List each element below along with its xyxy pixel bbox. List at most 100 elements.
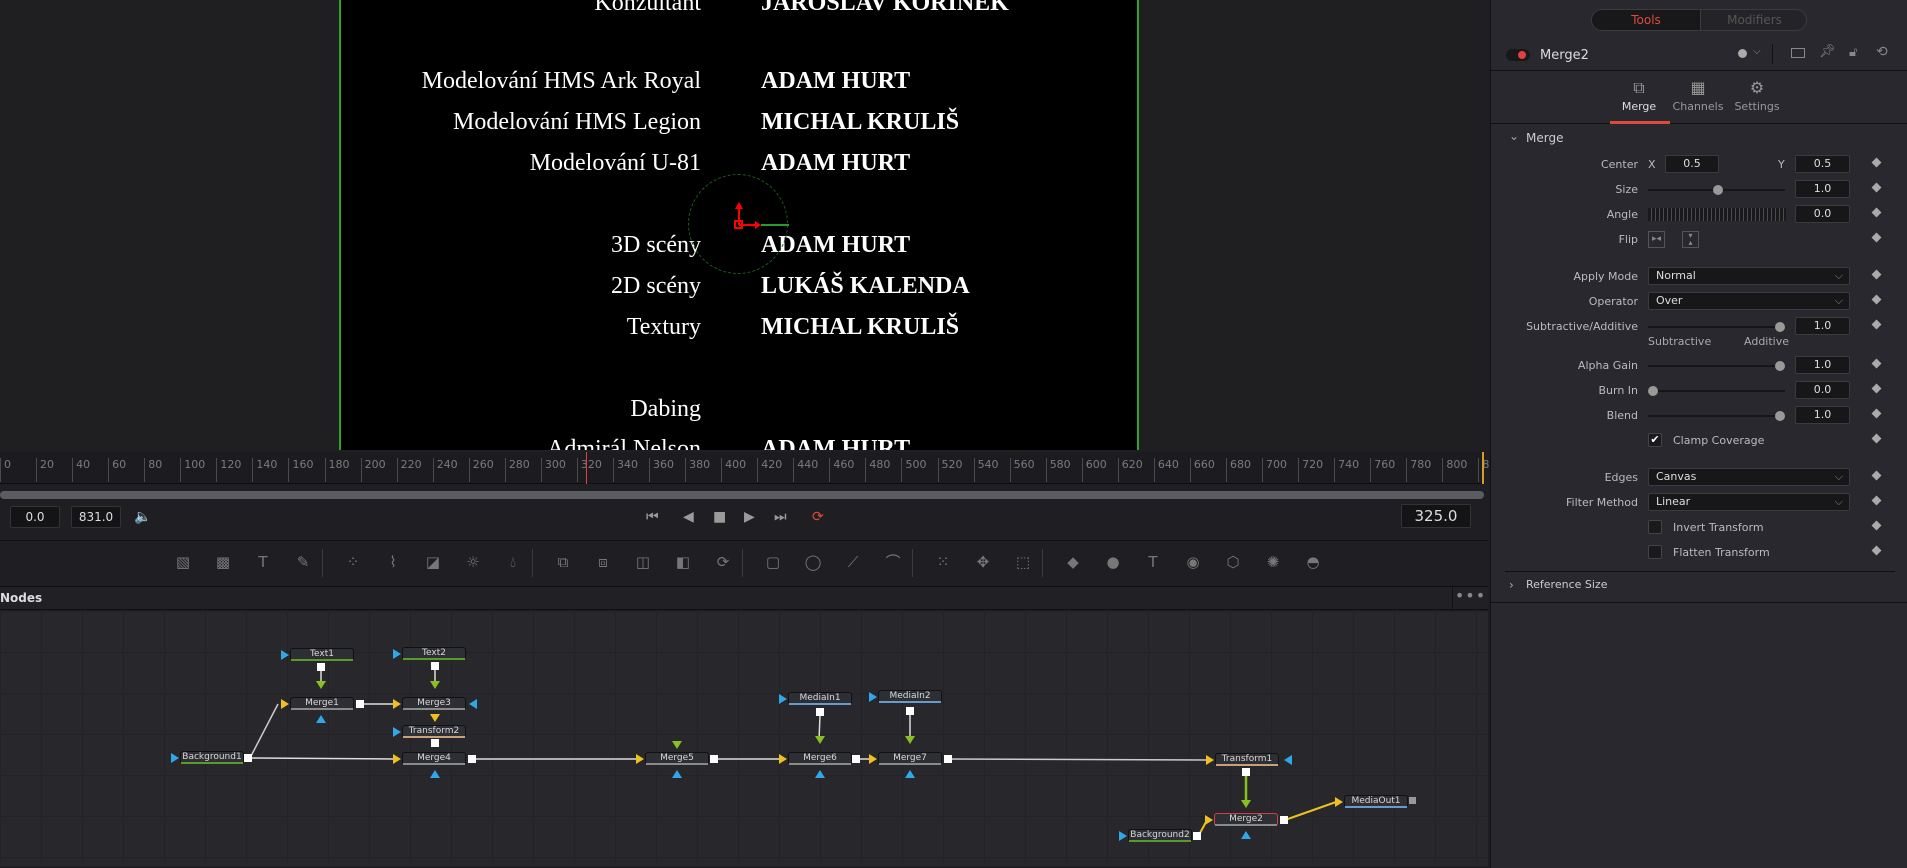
play-forward-button[interactable]: ▶ <box>744 509 755 525</box>
reset-icon[interactable]: ⟲ <box>1876 44 1888 60</box>
shape3d-icon[interactable]: ◆ <box>1062 551 1084 573</box>
clamp-coverage-checkbox[interactable]: ✔ <box>1648 433 1662 447</box>
tab-settings[interactable]: ⚙ Settings <box>1727 78 1787 113</box>
tab-merge[interactable]: ⧉ Merge <box>1609 78 1669 113</box>
loop-icon[interactable]: ⟳ <box>812 509 824 525</box>
slider-knob[interactable] <box>1775 322 1785 332</box>
flip-horizontal-icon[interactable]: ▸◂ <box>1648 231 1665 248</box>
play-reverse-button[interactable]: ◀ <box>683 509 694 525</box>
planar-tracker-icon[interactable]: ⁙ <box>932 551 954 573</box>
keyframe-icon[interactable] <box>1871 358 1882 369</box>
node-mediaout1[interactable]: MediaOut1 <box>1344 795 1408 808</box>
subtractive-additive-slider[interactable] <box>1648 322 1785 332</box>
center-x-input[interactable]: 0.5 <box>1665 155 1719 173</box>
viewer[interactable]: Konzultant JAROSLAV KORINEK Modelování HM… <box>0 0 1488 450</box>
burn-in-slider[interactable] <box>1648 386 1785 396</box>
flip-vertical-icon[interactable]: ▾ ▴ <box>1682 231 1699 248</box>
more-options-button[interactable]: ••• <box>1452 587 1488 611</box>
lock-icon[interactable]: 🔓︎ <box>1849 45 1857 60</box>
node-merge6[interactable]: Merge6 <box>788 752 852 765</box>
node-merge5[interactable]: Merge5 <box>645 752 709 765</box>
node-merge3[interactable]: Merge3 <box>402 697 466 710</box>
color-corrector-icon[interactable]: ☼ <box>462 551 484 573</box>
matte-control-icon[interactable]: ◫ <box>632 551 654 573</box>
slider-knob[interactable] <box>1775 411 1785 421</box>
node-text2[interactable]: Text2 <box>402 647 466 660</box>
center-y-input[interactable]: 0.5 <box>1795 155 1850 173</box>
tab-channels[interactable]: ▦ Channels <box>1668 78 1728 113</box>
node-text1[interactable]: Text1 <box>290 648 354 661</box>
node-background1[interactable]: Background1 <box>180 751 244 764</box>
node-mediain1[interactable]: MediaIn1 <box>788 692 852 705</box>
time-ruler[interactable]: 0 20 40 60 80 100 120 140 160 180 200 220 240 260 280 3… <box>0 452 1503 484</box>
color-dot-icon[interactable] <box>1738 49 1747 58</box>
keyframe-icon[interactable] <box>1871 433 1882 444</box>
render-start-field[interactable]: 0.0 <box>10 506 60 528</box>
section-merge[interactable]: ⌄ Merge <box>1491 129 1907 153</box>
transform-gizmo[interactable] <box>688 174 789 274</box>
section-reference-size[interactable]: › Reference Size <box>1491 576 1907 600</box>
alpha-gain-slider[interactable] <box>1648 361 1785 371</box>
current-time-field[interactable]: 325.0 <box>1401 504 1471 528</box>
color-curves-icon[interactable]: ⌇ <box>382 551 404 573</box>
tab-modifiers[interactable]: Modifiers <box>1700 10 1806 30</box>
size-slider[interactable] <box>1648 185 1785 195</box>
channel-booleans-icon[interactable]: ⧈ <box>592 551 614 573</box>
tracker-icon[interactable]: ✥ <box>972 551 994 573</box>
angle-input[interactable]: 0.0 <box>1795 205 1850 223</box>
node-transform1[interactable]: Transform1 <box>1215 753 1279 766</box>
particles-icon[interactable]: ⁘ <box>342 551 364 573</box>
stop-button[interactable]: ■ <box>713 509 726 525</box>
ellipse-icon[interactable]: ◯ <box>802 551 824 573</box>
blur-icon[interactable]: 💧︎ <box>502 551 524 573</box>
node-merge2[interactable]: Merge2 <box>1214 813 1278 826</box>
go-to-start-button[interactable]: ⏮ <box>646 509 659 525</box>
end-marker[interactable] <box>1482 452 1484 484</box>
go-to-end-button[interactable]: ⏭ <box>774 509 787 525</box>
keyframe-icon[interactable] <box>1871 383 1882 394</box>
brightness-contrast-icon[interactable]: ◪ <box>422 551 444 573</box>
blend-input[interactable]: 1.0 <box>1795 406 1850 424</box>
size-input[interactable]: 1.0 <box>1795 180 1850 198</box>
chevron-down-icon[interactable]: ⌵ <box>1753 46 1761 57</box>
keyframe-icon[interactable] <box>1871 408 1882 419</box>
operator-dropdown[interactable]: Over ⌵ <box>1648 292 1850 310</box>
flatten-transform-checkbox[interactable] <box>1648 545 1662 559</box>
node-merge1[interactable]: Merge1 <box>290 697 354 710</box>
keyframe-icon[interactable] <box>1871 545 1882 556</box>
transform-icon[interactable]: ⟳ <box>712 551 734 573</box>
slider-knob[interactable] <box>1775 361 1785 371</box>
blend-slider[interactable] <box>1648 411 1785 421</box>
apply-mode-dropdown[interactable]: Normal ⌵ <box>1648 267 1850 285</box>
subtractive-additive-input[interactable]: 1.0 <box>1795 317 1850 335</box>
node-graph[interactable]: Text1 Text2 Merge1 Merge3 Transform2 Backgrou… <box>0 611 1488 866</box>
playhead[interactable] <box>585 452 587 484</box>
node-transform2[interactable]: Transform2 <box>402 725 466 738</box>
keyframe-icon[interactable] <box>1871 294 1882 305</box>
edges-dropdown[interactable]: Canvas ⌵ <box>1648 468 1850 486</box>
keyframe-icon[interactable] <box>1871 269 1882 280</box>
camera3d-icon[interactable]: ⬡ <box>1222 551 1244 573</box>
merge-icon[interactable]: ⧉ <box>552 551 574 573</box>
pin-icon[interactable]: 📌︎ <box>1819 44 1836 59</box>
text3d-icon[interactable]: T <box>1142 551 1164 573</box>
versions-icon[interactable] <box>1791 48 1805 58</box>
burn-in-input[interactable]: 0.0 <box>1795 381 1850 399</box>
scrub-bar[interactable] <box>0 491 1484 499</box>
bspline-icon[interactable]: ⌒ <box>882 551 904 573</box>
background-icon[interactable]: ▧ <box>172 551 194 573</box>
keyframe-icon[interactable] <box>1871 207 1882 218</box>
keyframe-icon[interactable] <box>1871 182 1882 193</box>
tool-enable-toggle[interactable] <box>1506 49 1530 61</box>
fast-noise-icon[interactable]: ▩ <box>212 551 234 573</box>
filter-method-dropdown[interactable]: Linear ⌵ <box>1648 493 1850 511</box>
text-icon[interactable]: T <box>252 551 274 573</box>
audio-icon[interactable]: 🔈 <box>134 509 151 525</box>
keyframe-icon[interactable] <box>1871 232 1882 243</box>
keyframe-icon[interactable] <box>1871 470 1882 481</box>
tab-tools[interactable]: Tools <box>1592 10 1700 30</box>
slider-knob[interactable] <box>1713 185 1723 195</box>
invert-transform-checkbox[interactable] <box>1648 520 1662 534</box>
polygon-icon[interactable]: ⟋ <box>842 551 864 573</box>
slider-knob[interactable] <box>1648 386 1658 396</box>
